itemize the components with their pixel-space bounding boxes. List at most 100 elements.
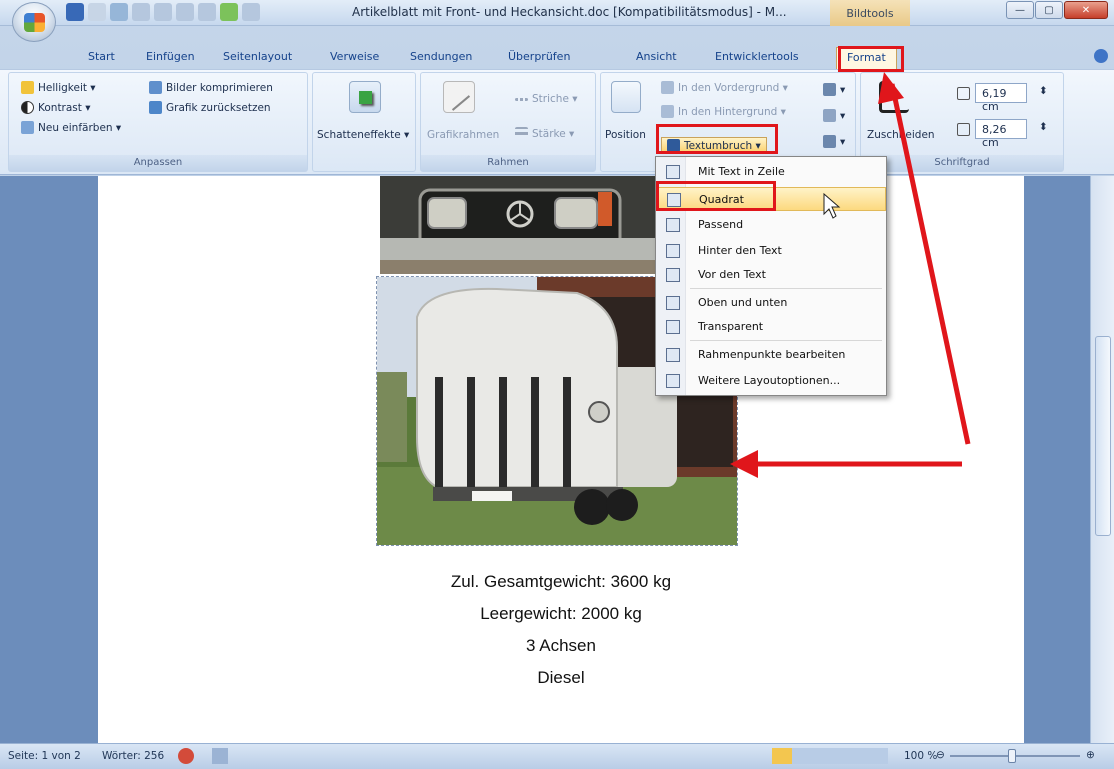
menu-item-label: Oben und unten xyxy=(698,296,788,309)
menu-item-edit-wrap-points[interactable]: Rahmenpunkte bearbeiten xyxy=(656,343,886,367)
menu-item-label: Vor den Text xyxy=(698,268,766,281)
text-wrap-label: Textumbruch ▾ xyxy=(684,139,761,152)
help-icon[interactable] xyxy=(1094,49,1108,63)
caption-line-gesamtgewicht: Zul. Gesamtgewicht: 3600 kg xyxy=(450,572,672,591)
text-wrap-button[interactable]: Textumbruch ▾ xyxy=(661,137,767,154)
send-to-back-button[interactable]: In den Hintergrund ▾ xyxy=(661,105,786,118)
tab-verweise[interactable]: Verweise xyxy=(330,50,379,63)
menu-item-label: Passend xyxy=(698,218,744,231)
spelling-icon[interactable] xyxy=(198,3,216,21)
menu-separator xyxy=(690,288,882,289)
height-field[interactable]: 6,19 cm xyxy=(975,83,1027,113)
menu-item-inline[interactable]: Mit Text in Zeile xyxy=(656,160,886,184)
tab-start[interactable]: Start xyxy=(88,50,115,63)
context-tab-group-label: Bildtools xyxy=(830,0,910,26)
menu-item-in-front-of-text[interactable]: Vor den Text xyxy=(656,263,886,287)
menu-item-tight[interactable]: Passend xyxy=(656,213,886,237)
bring-to-front-button[interactable]: In den Vordergrund ▾ xyxy=(661,81,788,94)
close-button[interactable]: ✕ xyxy=(1064,1,1108,19)
word-count[interactable]: Wörter: 256 xyxy=(102,750,164,762)
position-icon[interactable] xyxy=(611,81,641,113)
office-logo-icon xyxy=(24,13,45,32)
quick-access-toolbar xyxy=(66,3,260,21)
group-schatteneffekte[interactable]: Schatteneffekte ▾ xyxy=(312,72,416,172)
align-button[interactable]: ▾ xyxy=(823,83,845,96)
zoom-slider-knob[interactable] xyxy=(1008,749,1016,763)
zoom-slider[interactable] xyxy=(950,749,1080,763)
print-icon[interactable] xyxy=(154,3,172,21)
front-view-photo[interactable] xyxy=(380,176,658,274)
tab-sendungen[interactable]: Sendungen xyxy=(410,50,472,63)
rotate-button[interactable]: ▾ xyxy=(823,135,845,148)
position-label[interactable]: Position xyxy=(605,129,646,141)
wrap-through-icon xyxy=(666,320,680,334)
tab-einfuegen[interactable]: Einfügen xyxy=(146,50,195,63)
refresh-icon[interactable] xyxy=(220,3,238,21)
contrast-button[interactable]: Kontrast ▾ xyxy=(21,101,91,114)
zoom-level[interactable]: 100 % xyxy=(904,750,937,762)
crop-icon[interactable] xyxy=(879,81,909,113)
minimize-button[interactable]: — xyxy=(1006,1,1034,19)
menu-item-more-layout-options[interactable]: Weitere Layoutoptionen... xyxy=(656,369,886,393)
tab-ansicht[interactable]: Ansicht xyxy=(636,50,677,63)
drawing-icon[interactable] xyxy=(242,3,260,21)
align-icon xyxy=(823,83,836,96)
save-icon[interactable] xyxy=(66,3,84,21)
group-objects-button[interactable]: ▾ xyxy=(823,109,845,122)
menu-item-behind-text[interactable]: Hinter den Text xyxy=(656,239,886,263)
vertical-scrollbar[interactable] xyxy=(1090,176,1114,743)
weight-button[interactable]: Stärke ▾ xyxy=(515,127,574,140)
dashes-button[interactable]: Striche ▾ xyxy=(515,93,578,105)
sun-icon xyxy=(21,81,34,94)
dashes-icon xyxy=(515,97,528,101)
group-label-schriftgrad: Schriftgrad xyxy=(861,155,1063,171)
wrap-behind-icon xyxy=(666,244,680,258)
recolor-button[interactable]: Neu einfärben ▾ xyxy=(21,121,121,134)
redo-icon[interactable] xyxy=(110,3,128,21)
bring-to-front-label: In den Vordergrund ▾ xyxy=(678,81,788,94)
menu-item-label: Rahmenpunkte bearbeiten xyxy=(698,348,846,361)
window-title: Artikelblatt mit Front- und Heckansicht.… xyxy=(352,5,787,19)
ribbon-tabs: Start Einfügen Seitenlayout Verweise Sen… xyxy=(0,46,1114,69)
tab-seitenlayout[interactable]: Seitenlayout xyxy=(223,50,292,63)
send-to-back-label: In den Hintergrund ▾ xyxy=(678,105,786,118)
width-spinner[interactable]: ⬍ xyxy=(1039,121,1048,133)
dashes-label: Striche ▾ xyxy=(532,93,578,105)
word-window: Artikelblatt mit Front- und Heckansicht.… xyxy=(0,0,1114,769)
weight-icon xyxy=(515,127,528,140)
new-document-icon[interactable] xyxy=(132,3,150,21)
menu-item-square[interactable]: Quadrat xyxy=(656,187,886,211)
picture-border-icon[interactable] xyxy=(443,81,475,113)
weight-label: Stärke ▾ xyxy=(532,127,575,140)
tab-format[interactable]: Format xyxy=(836,47,897,69)
group-icon xyxy=(823,109,836,122)
tab-entwicklertools[interactable]: Entwicklertools xyxy=(715,50,799,63)
menu-item-label: Mit Text in Zeile xyxy=(698,165,785,178)
office-button[interactable] xyxy=(12,2,56,42)
height-spinner[interactable]: ⬍ xyxy=(1039,85,1048,97)
reset-picture-button[interactable]: Grafik zurücksetzen xyxy=(149,101,271,114)
group-anpassen: Helligkeit ▾ Kontrast ▾ Neu einfärben ▾ … xyxy=(8,72,308,172)
macro-record-icon[interactable] xyxy=(212,748,228,764)
undo-icon[interactable] xyxy=(88,3,106,21)
zoom-in-icon[interactable]: ⊕ xyxy=(1086,749,1095,761)
spelling-check-icon[interactable] xyxy=(178,748,194,764)
print-preview-icon[interactable] xyxy=(176,3,194,21)
tab-ueberpruefen[interactable]: Überprüfen xyxy=(508,50,570,63)
wrap-points-icon xyxy=(666,348,680,362)
zoom-out-icon[interactable]: ⊖ xyxy=(936,749,945,761)
view-buttons[interactable] xyxy=(772,748,888,764)
scrollbar-thumb[interactable] xyxy=(1095,336,1111,536)
page-count[interactable]: Seite: 1 von 2 xyxy=(8,750,81,762)
width-field[interactable]: 8,26 cm xyxy=(975,119,1027,149)
menu-item-through[interactable]: Transparent xyxy=(656,315,886,339)
picture-border-label: Grafikrahmen xyxy=(427,129,500,141)
maximize-button[interactable]: ▢ xyxy=(1035,1,1063,19)
compress-pictures-button[interactable]: Bilder komprimieren xyxy=(149,81,273,94)
crop-label[interactable]: Zuschneiden xyxy=(867,129,935,141)
recolor-label: Neu einfärben ▾ xyxy=(38,121,122,134)
menu-item-top-bottom[interactable]: Oben und unten xyxy=(656,291,886,315)
text-wrap-menu: Mit Text in Zeile Quadrat Passend Hinter… xyxy=(655,156,887,396)
brightness-button[interactable]: Helligkeit ▾ xyxy=(21,81,96,94)
contrast-icon xyxy=(21,101,34,114)
